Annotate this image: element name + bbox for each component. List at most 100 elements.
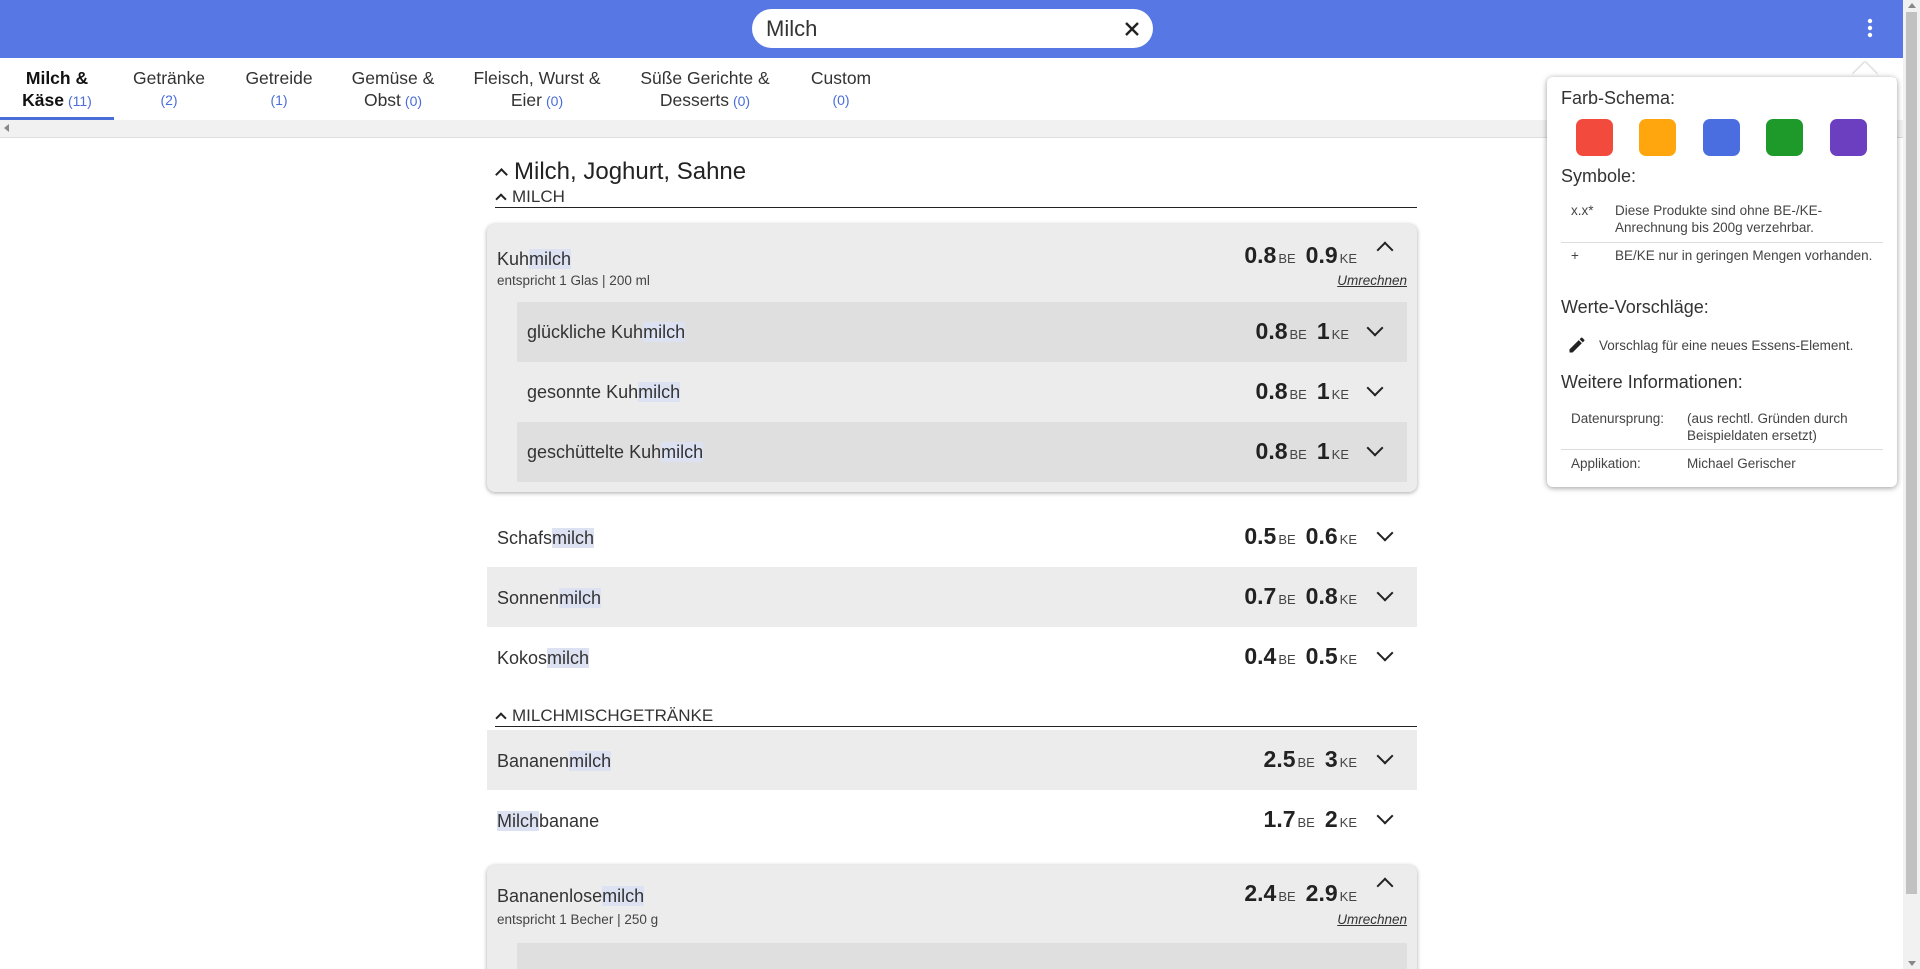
group-header[interactable]: MILCHMISCHGETRÄNKE <box>495 705 1417 727</box>
chevron-up-icon[interactable] <box>1376 877 1394 895</box>
chevron-down-icon[interactable] <box>1366 319 1384 337</box>
scroll-thumb[interactable] <box>1906 12 1917 894</box>
convert-link[interactable]: Umrechnen <box>1337 912 1407 927</box>
food-name-text: Schafs <box>497 528 553 548</box>
section-header[interactable]: Milch, Joghurt, Sahne <box>495 158 746 186</box>
ke-unit: KE <box>1339 592 1357 607</box>
info-title: Weitere Informationen: <box>1561 372 1743 392</box>
chevron-down-icon[interactable] <box>1366 379 1384 397</box>
divider <box>1561 449 1883 450</box>
suggestions-title: Werte-Vorschläge: <box>1561 297 1709 317</box>
symbols-title: Symbole: <box>1561 166 1637 186</box>
ke-value: 1 <box>1316 438 1330 464</box>
tab-label: Fleisch, Wurst & <box>473 67 601 88</box>
info-row: Datenursprung: (aus rechtl. Gründen durc… <box>1561 410 1881 450</box>
food-name-text: banane <box>539 811 600 831</box>
search-input[interactable] <box>766 9 1106 48</box>
tab-fleisch-wurst-eier[interactable]: Fleisch, Wurst & Eier (0) <box>462 58 612 120</box>
ke-value: 0.6 <box>1305 523 1338 549</box>
chevron-down-icon[interactable] <box>1376 524 1394 542</box>
info-key: Applikation: <box>1571 456 1641 471</box>
tab-getreide[interactable]: Getreide (1) <box>234 58 324 120</box>
food-name: Kuhmilch <box>497 249 572 270</box>
tab-count: (0) <box>732 92 751 109</box>
color-swatch-orange[interactable] <box>1639 119 1676 156</box>
divider <box>1561 242 1883 243</box>
ke-value: 2 <box>1324 806 1338 832</box>
chevron-down-icon[interactable] <box>1376 747 1394 765</box>
food-name: glückliche Kuhmilch <box>527 322 686 343</box>
tab-count: (1) <box>270 92 288 108</box>
symbol-row: + BE/KE nur in geringen Mengen vorhanden… <box>1561 247 1881 287</box>
symbol-desc: Diese Produkte sind ohne BE-/KE-Anrechnu… <box>1615 203 1823 235</box>
ke-unit: KE <box>1339 251 1357 266</box>
chevron-down-icon[interactable] <box>1376 644 1394 662</box>
clear-search-button[interactable] <box>1119 16 1145 42</box>
group-title: MILCH <box>512 186 565 206</box>
food-row[interactable]: Kokosmilch 0.4 BE 0.5 KE <box>487 627 1417 687</box>
color-swatch-blue[interactable] <box>1703 119 1740 156</box>
color-swatch-purple[interactable] <box>1830 119 1867 156</box>
variant-row[interactable] <box>517 943 1407 969</box>
food-row[interactable]: Bananenlosemilch entspricht 1 Becher | 2… <box>487 865 1417 927</box>
chevron-down-icon[interactable] <box>1376 807 1394 825</box>
be-unit: BE <box>1289 327 1307 342</box>
tab-count: (11) <box>67 92 92 109</box>
food-name-text: Bananen <box>497 751 570 771</box>
be-unit: BE <box>1289 447 1307 462</box>
tab-label: Gemüse & <box>351 67 435 88</box>
food-name: Kokosmilch <box>497 648 590 669</box>
values: 0.8 BE 1 KE <box>1256 438 1349 465</box>
color-scheme-title: Farb-Schema: <box>1561 88 1676 108</box>
ke-value: 2.9 <box>1305 880 1338 906</box>
info-key: Datenursprung: <box>1571 411 1665 426</box>
search-box <box>752 9 1153 48</box>
values: 2.5 BE 3 KE <box>1264 746 1357 773</box>
food-row[interactable]: Schafsmilch 0.5 BE 0.6 KE <box>487 507 1417 567</box>
convert-link[interactable]: Umrechnen <box>1337 273 1407 288</box>
info-value: Michael Gerischer <box>1687 456 1796 471</box>
food-card-expanded: Bananenlosemilch entspricht 1 Becher | 2… <box>487 865 1417 969</box>
be-unit: BE <box>1289 387 1307 402</box>
food-row[interactable]: Milchbanane 1.7 BE 2 KE <box>487 790 1417 850</box>
ke-value: 1 <box>1316 318 1330 344</box>
be-value: 0.7 <box>1244 583 1277 609</box>
ke-unit: KE <box>1339 815 1357 830</box>
variant-row[interactable]: geschüttelte Kuhmilch 0.8 BE 1 KE <box>517 422 1407 482</box>
tab-label: Milch & <box>25 67 89 88</box>
food-row[interactable]: Bananenmilch 2.5 BE 3 KE <box>487 730 1417 790</box>
ke-unit: KE <box>1331 327 1349 342</box>
tab-custom[interactable]: Custom (0) <box>800 58 882 120</box>
scroll-down-icon[interactable] <box>1908 961 1916 966</box>
settings-popup: Farb-Schema: Symbole: x.x* Diese Produkt… <box>1547 77 1897 487</box>
ke-value: 0.5 <box>1305 643 1338 669</box>
chevron-down-icon[interactable] <box>1376 584 1394 602</box>
tab-label: Getreide <box>245 68 313 88</box>
info-row: Applikation: Michael Gerischer <box>1561 455 1881 475</box>
color-swatch-red[interactable] <box>1576 119 1613 156</box>
more-menu-button[interactable] <box>1858 13 1882 43</box>
pencil-icon <box>1569 337 1585 353</box>
variant-row[interactable]: glückliche Kuhmilch 0.8 BE 1 KE <box>517 302 1407 362</box>
tab-gemuese-obst[interactable]: Gemüse & Obst (0) <box>343 58 443 120</box>
ke-unit: KE <box>1339 652 1357 667</box>
tab-count: (0) <box>546 92 564 109</box>
food-row[interactable]: Sonnenmilch 0.7 BE 0.8 KE <box>487 567 1417 627</box>
group-header[interactable]: MILCH <box>495 186 1417 208</box>
chevron-down-icon[interactable] <box>1366 439 1384 457</box>
search-highlight: milch <box>529 249 572 269</box>
tab-getraenke[interactable]: Getränke (2) <box>124 58 214 120</box>
food-row[interactable]: Kuhmilch entspricht 1 Glas | 200 ml 0.8 B… <box>487 224 1417 288</box>
page-scrollbar[interactable] <box>1903 0 1920 969</box>
suggestion-button[interactable]: Vorschlag für eine neues Essens-Element. <box>1561 335 1881 359</box>
color-swatch-green[interactable] <box>1766 119 1803 156</box>
variant-row[interactable]: gesonnte Kuhmilch 0.8 BE 1 KE <box>517 362 1407 422</box>
scroll-left-icon[interactable] <box>4 124 9 132</box>
values: 1.7 BE 2 KE <box>1264 806 1357 833</box>
chevron-up-icon[interactable] <box>1376 241 1394 259</box>
be-value: 0.8 <box>1255 438 1288 464</box>
symbol-key: x.x* <box>1571 203 1594 218</box>
scroll-up-icon[interactable] <box>1908 3 1916 8</box>
tab-suesse-gerichte-desserts[interactable]: Süße Gerichte & Desserts (0) <box>630 58 780 120</box>
tab-milch-kaese[interactable]: Milch & Käse (11) <box>0 58 114 120</box>
